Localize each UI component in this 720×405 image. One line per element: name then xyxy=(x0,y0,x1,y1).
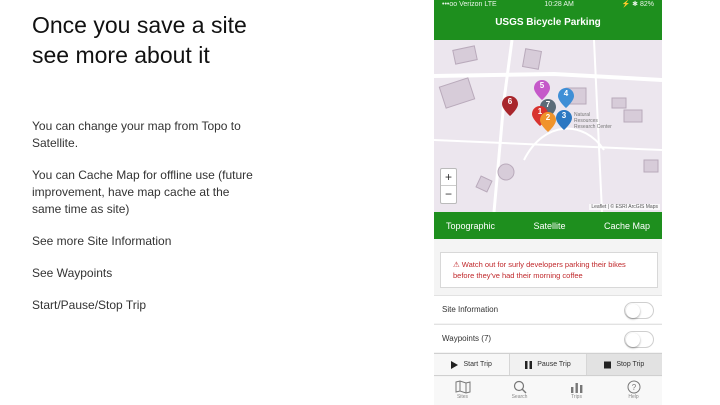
map-marker[interactable]: 3 xyxy=(556,110,572,130)
map-attribution[interactable]: Leaflet | © ESRI ArcGIS Maps xyxy=(589,204,660,210)
waypoints-row[interactable]: Waypoints (7) xyxy=(434,324,662,352)
stop-trip-label: Stop Trip xyxy=(616,361,645,368)
help-icon: ? xyxy=(627,380,640,394)
topographic-button[interactable]: Topographic xyxy=(446,221,495,231)
bullet-text: See Waypoints xyxy=(32,266,113,280)
site-information-label: Site Information xyxy=(442,305,499,314)
satellite-button[interactable]: Satellite xyxy=(533,221,565,231)
pause-trip-label: Pause Trip xyxy=(537,361,571,368)
stop-trip-button[interactable]: Stop Trip xyxy=(586,354,662,375)
tab-label: Search xyxy=(511,394,528,400)
marker-number: 4 xyxy=(563,89,569,98)
stop-icon xyxy=(604,361,612,368)
svg-text:?: ? xyxy=(631,383,636,392)
map-marker[interactable]: 4 xyxy=(558,88,574,108)
map-marker[interactable]: 2 xyxy=(540,112,556,132)
site-alert: ⚠ Watch out for surly developers parking… xyxy=(440,252,658,288)
play-icon xyxy=(451,360,459,369)
trip-controls: Start Trip Pause Trip Stop Trip xyxy=(434,353,662,376)
map-marker[interactable]: 5 xyxy=(534,80,550,100)
tab-search[interactable]: Search xyxy=(491,377,548,405)
map-marker[interactable]: 6 xyxy=(502,96,518,116)
marker-number: 3 xyxy=(561,111,567,120)
pause-trip-button[interactable]: Pause Trip xyxy=(509,354,587,375)
clock-label: 10:28 AM xyxy=(544,1,574,8)
slide-title: Once you save a site see more about it xyxy=(32,12,247,68)
toggle-knob xyxy=(626,333,640,347)
tab-label: Trips xyxy=(571,394,582,400)
map-place-label: Natural Resources Research Center xyxy=(574,112,612,130)
tab-trips[interactable]: Trips xyxy=(548,377,605,405)
alert-text: ⚠ Watch out for surly developers parking… xyxy=(453,260,626,280)
waypoints-toggle[interactable] xyxy=(624,331,654,348)
site-information-toggle[interactable] xyxy=(624,302,654,319)
marker-number: 6 xyxy=(507,97,513,106)
pause-icon xyxy=(525,360,533,369)
site-information-row[interactable]: Site Information xyxy=(434,295,662,323)
cache-map-button[interactable]: Cache Map xyxy=(604,221,650,231)
map-icon xyxy=(455,380,470,394)
page-title: USGS Bicycle Parking xyxy=(495,17,601,28)
bullet-text: You can change your map from Topo to Sat… xyxy=(32,119,241,150)
bar-chart-icon xyxy=(570,383,582,393)
start-trip-button[interactable]: Start Trip xyxy=(434,354,509,375)
phone-screenshot: •••oo Verizon LTE 10:28 AM ⚡ ✱ 82% USGS … xyxy=(434,0,662,405)
bullet-text: See more Site Information xyxy=(32,234,172,248)
start-trip-label: Start Trip xyxy=(463,361,492,368)
bottom-tab-bar: Sites Search Trips ? Help xyxy=(434,377,662,405)
marker-number: 5 xyxy=(539,81,545,90)
marker-number: 2 xyxy=(545,113,551,122)
slide-bullets: You can change your map from Topo to Sat… xyxy=(32,118,262,329)
bullet-text: You can Cache Map for offline use (futur… xyxy=(32,168,253,216)
search-icon xyxy=(513,380,526,394)
zoom-control: + − xyxy=(440,168,457,204)
map-type-bar: Topographic Satellite Cache Map xyxy=(434,212,662,239)
tab-label: Sites xyxy=(456,394,469,400)
carrier-label: •••oo Verizon LTE xyxy=(442,1,497,8)
waypoints-label: Waypoints (7) xyxy=(442,334,492,343)
zoom-in-button[interactable]: + xyxy=(441,169,456,186)
tab-help[interactable]: ? Help xyxy=(605,377,662,405)
bullet-text: Start/Pause/Stop Trip xyxy=(32,298,147,312)
status-bar: •••oo Verizon LTE 10:28 AM ⚡ ✱ 82% xyxy=(434,0,662,10)
toggle-knob xyxy=(626,304,640,318)
tab-label: Help xyxy=(628,394,639,400)
zoom-out-button[interactable]: − xyxy=(441,186,456,203)
battery-label: ⚡ ✱ 82% xyxy=(621,1,654,8)
map-view[interactable]: Natural Resources Research Center 5 4 6 … xyxy=(434,40,662,212)
tab-sites[interactable]: Sites xyxy=(434,377,491,405)
nav-bar: USGS Bicycle Parking xyxy=(434,10,662,40)
